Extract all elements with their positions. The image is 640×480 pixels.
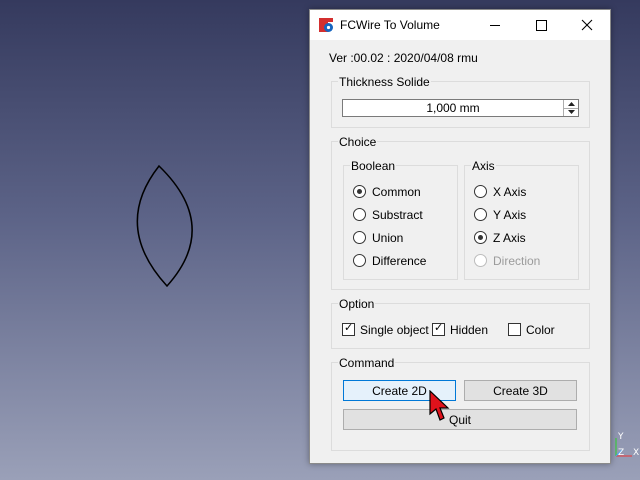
minimize-button[interactable]	[472, 10, 518, 40]
checkmark-icon: ✓	[344, 322, 354, 334]
quit-button[interactable]: Quit	[343, 409, 577, 430]
command-legend: Command	[338, 356, 396, 370]
version-label: Ver :00.02 : 2020/04/08 rmu	[329, 51, 478, 65]
hidden-label[interactable]: Hidden	[450, 323, 488, 337]
axis-legend: Axis	[471, 159, 496, 173]
thickness-spinbox[interactable]: 1,000 mm	[342, 99, 579, 117]
radio-difference[interactable]	[353, 254, 366, 267]
lens-wire-shape[interactable]	[120, 160, 210, 290]
thickness-value: 1,000 mm	[426, 101, 480, 115]
thickness-legend: Thickness Solide	[338, 75, 431, 89]
minimize-icon	[490, 25, 500, 26]
quit-label: Quit	[448, 412, 471, 427]
radio-difference-label[interactable]: Difference	[372, 254, 426, 268]
title-bar[interactable]: FCWire To Volume	[310, 10, 610, 40]
radio-z-axis-label[interactable]: Z Axis	[493, 231, 526, 245]
checkmark-icon: ✓	[434, 322, 444, 334]
radio-x-axis-label[interactable]: X Axis	[493, 185, 526, 199]
radio-y-axis[interactable]	[474, 208, 487, 221]
window-title: FCWire To Volume	[340, 18, 440, 32]
close-button[interactable]	[564, 10, 610, 40]
color-label[interactable]: Color	[526, 323, 555, 337]
radio-substract-label[interactable]: Substract	[372, 208, 423, 222]
option-legend: Option	[338, 297, 376, 311]
single-object-checkbox[interactable]: ✓	[342, 322, 355, 336]
create-3d-label: Create 3D	[493, 383, 548, 398]
mouse-pointer-icon	[429, 390, 450, 421]
radio-z-axis[interactable]	[474, 231, 487, 244]
radio-direction	[474, 254, 487, 267]
create-3d-button[interactable]: Create 3D	[464, 380, 577, 401]
single-object-label[interactable]: Single object	[360, 323, 429, 337]
create-2d-label: Create 2D	[372, 383, 427, 398]
radio-common-label[interactable]: Common	[372, 185, 421, 199]
radio-common[interactable]	[353, 185, 366, 198]
fcwire-dialog: FCWire To Volume Ver :00.02 : 2020/04/08…	[309, 9, 611, 464]
radio-union-label[interactable]: Union	[372, 231, 403, 245]
radio-direction-label: Direction	[493, 254, 541, 268]
axis-x-label: X	[633, 448, 640, 458]
close-icon	[581, 19, 593, 31]
hidden-checkbox[interactable]: ✓	[432, 322, 445, 336]
command-group	[331, 362, 590, 451]
boolean-legend: Boolean	[350, 159, 397, 173]
radio-substract[interactable]	[353, 208, 366, 221]
choice-legend: Choice	[338, 135, 378, 149]
maximize-button[interactable]	[518, 10, 564, 40]
axis-y-label: Y	[618, 432, 624, 442]
view-axis-indicator: Y Z X	[608, 430, 640, 462]
color-checkbox[interactable]	[508, 323, 521, 336]
arrow-up-icon	[567, 102, 575, 106]
spin-buttons	[563, 100, 578, 116]
freecad-app-icon	[319, 18, 333, 32]
axis-z-label: Z	[618, 448, 625, 458]
radio-y-axis-label[interactable]: Y Axis	[493, 208, 526, 222]
radio-union[interactable]	[353, 231, 366, 244]
radio-x-axis[interactable]	[474, 185, 487, 198]
spin-down-button[interactable]	[564, 108, 578, 116]
maximize-icon	[535, 19, 547, 31]
arrow-down-icon	[567, 110, 575, 114]
